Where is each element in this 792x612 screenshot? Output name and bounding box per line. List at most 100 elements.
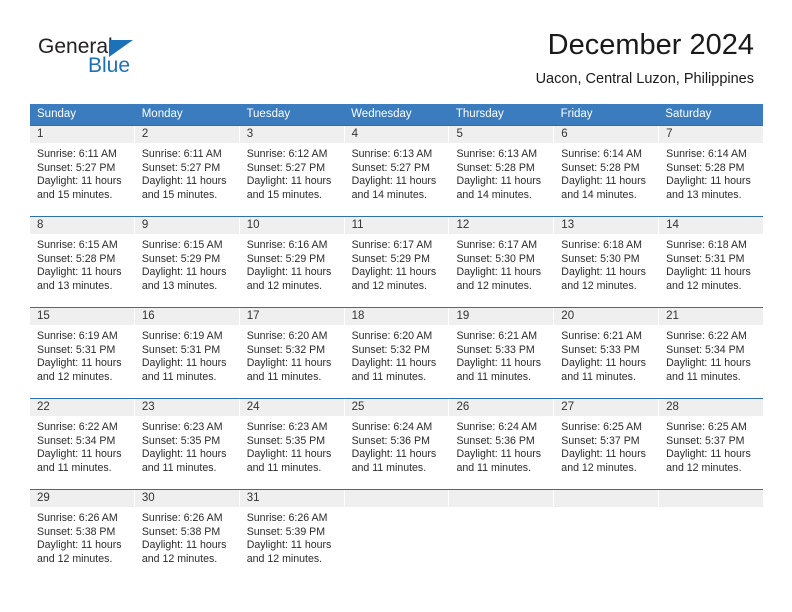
day-number: 31: [239, 490, 344, 507]
calendar-day-cell[interactable]: 8 Sunrise: 6:15 AM Sunset: 5:28 PM Dayli…: [30, 217, 135, 307]
calendar-day-cell[interactable]: 12 Sunrise: 6:17 AM Sunset: 5:30 PM Dayl…: [449, 217, 555, 307]
daylight-text: Daylight: 11 hours and 12 minutes.: [351, 266, 437, 292]
calendar-day-cell[interactable]: 6 Sunrise: 6:14 AM Sunset: 5:28 PM Dayli…: [554, 126, 660, 216]
general-blue-logo[interactable]: General Blue: [38, 36, 218, 88]
sunrise-text: Sunrise: 6:15 AM: [141, 239, 223, 251]
daylight-text: Daylight: 11 hours and 13 minutes.: [666, 175, 751, 201]
sunset-text: Sunset: 5:28 PM: [666, 161, 745, 174]
sunset-text: Sunset: 5:34 PM: [666, 343, 745, 356]
calendar-day-cell[interactable]: 26 Sunrise: 6:24 AM Sunset: 5:36 PM Dayl…: [449, 399, 555, 489]
daylight-text: Daylight: 11 hours and 11 minutes.: [37, 448, 122, 474]
sunset-text: Sunset: 5:35 PM: [141, 434, 221, 447]
daylight-text: Daylight: 11 hours and 11 minutes.: [351, 448, 437, 474]
logo-text-blue: Blue: [88, 54, 131, 77]
day-number: [659, 490, 764, 507]
day-number: 19: [449, 308, 554, 325]
calendar-day-cell[interactable]: 13 Sunrise: 6:18 AM Sunset: 5:30 PM Dayl…: [554, 217, 660, 307]
calendar-day-cell[interactable]: 11 Sunrise: 6:17 AM Sunset: 5:29 PM Dayl…: [344, 217, 450, 307]
calendar-day-cell-empty: [659, 490, 764, 580]
day-details: Sunrise: 6:15 AM Sunset: 5:28 PM Dayligh…: [30, 234, 134, 293]
sunset-text: Sunset: 5:31 PM: [141, 343, 221, 356]
day-number: 1: [30, 126, 134, 143]
daylight-text: Daylight: 11 hours and 11 minutes.: [456, 448, 542, 474]
daylight-text: Daylight: 11 hours and 12 minutes.: [246, 539, 332, 565]
sunrise-text: Sunrise: 6:23 AM: [246, 421, 328, 433]
weekday-header-saturday: Saturday: [665, 108, 712, 120]
page-header: General Blue December 2024 Uacon, Centra…: [0, 0, 792, 96]
daylight-text: Daylight: 11 hours and 15 minutes.: [141, 175, 227, 201]
calendar-week-row: 8 Sunrise: 6:15 AM Sunset: 5:28 PM Dayli…: [30, 216, 764, 307]
day-number: 28: [659, 399, 764, 416]
calendar-day-cell[interactable]: 9 Sunrise: 6:15 AM Sunset: 5:29 PM Dayli…: [134, 217, 240, 307]
day-number: 10: [239, 217, 344, 234]
day-details: Sunrise: 6:20 AM Sunset: 5:32 PM Dayligh…: [240, 325, 344, 384]
calendar-day-cell[interactable]: 28 Sunrise: 6:25 AM Sunset: 5:37 PM Dayl…: [659, 399, 764, 489]
sunset-text: Sunset: 5:28 PM: [561, 161, 640, 174]
day-number: 24: [239, 399, 344, 416]
calendar-day-cell-empty: [344, 490, 450, 580]
sunrise-text: Sunrise: 6:13 AM: [351, 148, 433, 160]
sunrise-text: Sunrise: 6:21 AM: [456, 330, 538, 342]
calendar-day-cell[interactable]: 2 Sunrise: 6:11 AM Sunset: 5:27 PM Dayli…: [134, 126, 240, 216]
day-details: Sunrise: 6:15 AM Sunset: 5:29 PM Dayligh…: [135, 234, 239, 293]
calendar-day-cell[interactable]: 18 Sunrise: 6:20 AM Sunset: 5:32 PM Dayl…: [344, 308, 450, 398]
sunrise-text: Sunrise: 6:25 AM: [561, 421, 642, 433]
day-details: Sunrise: 6:22 AM Sunset: 5:34 PM Dayligh…: [30, 416, 134, 475]
calendar-day-cell[interactable]: 15 Sunrise: 6:19 AM Sunset: 5:31 PM Dayl…: [30, 308, 135, 398]
sunset-text: Sunset: 5:27 PM: [351, 161, 430, 174]
calendar-day-cell[interactable]: 29 Sunrise: 6:26 AM Sunset: 5:38 PM Dayl…: [30, 490, 135, 580]
calendar-day-cell[interactable]: 24 Sunrise: 6:23 AM Sunset: 5:35 PM Dayl…: [239, 399, 345, 489]
calendar-day-cell[interactable]: 5 Sunrise: 6:13 AM Sunset: 5:28 PM Dayli…: [449, 126, 555, 216]
day-details: Sunrise: 6:13 AM Sunset: 5:27 PM Dayligh…: [345, 143, 449, 202]
sunset-text: Sunset: 5:30 PM: [456, 252, 535, 265]
daylight-text: Daylight: 11 hours and 11 minutes.: [456, 357, 542, 383]
calendar-day-cell[interactable]: 19 Sunrise: 6:21 AM Sunset: 5:33 PM Dayl…: [449, 308, 555, 398]
day-details: Sunrise: 6:14 AM Sunset: 5:28 PM Dayligh…: [554, 143, 658, 202]
title-block: December 2024 Uacon, Central Luzon, Phil…: [536, 28, 754, 88]
daylight-text: Daylight: 11 hours and 13 minutes.: [141, 266, 227, 292]
day-number: 15: [30, 308, 134, 325]
day-details: Sunrise: 6:23 AM Sunset: 5:35 PM Dayligh…: [240, 416, 344, 475]
calendar-day-cell[interactable]: 20 Sunrise: 6:21 AM Sunset: 5:33 PM Dayl…: [554, 308, 660, 398]
day-details: Sunrise: 6:25 AM Sunset: 5:37 PM Dayligh…: [554, 416, 658, 475]
calendar-day-cell[interactable]: 10 Sunrise: 6:16 AM Sunset: 5:29 PM Dayl…: [239, 217, 345, 307]
day-number: 12: [449, 217, 554, 234]
weekday-header-thursday: Thursday: [455, 108, 504, 120]
calendar-day-cell[interactable]: 21 Sunrise: 6:22 AM Sunset: 5:34 PM Dayl…: [659, 308, 764, 398]
sunrise-text: Sunrise: 6:11 AM: [141, 148, 222, 160]
day-number: 7: [659, 126, 764, 143]
sunset-text: Sunset: 5:29 PM: [351, 252, 430, 265]
calendar-day-cell[interactable]: 3 Sunrise: 6:12 AM Sunset: 5:27 PM Dayli…: [239, 126, 345, 216]
day-number: 9: [134, 217, 239, 234]
sunrise-text: Sunrise: 6:19 AM: [141, 330, 223, 342]
day-number: 23: [134, 399, 239, 416]
calendar-day-cell[interactable]: 16 Sunrise: 6:19 AM Sunset: 5:31 PM Dayl…: [134, 308, 240, 398]
weekday-header-tuesday: Tuesday: [246, 108, 291, 120]
calendar-day-cell[interactable]: 17 Sunrise: 6:20 AM Sunset: 5:32 PM Dayl…: [239, 308, 345, 398]
calendar-day-cell[interactable]: 23 Sunrise: 6:23 AM Sunset: 5:35 PM Dayl…: [134, 399, 240, 489]
day-number: [344, 490, 449, 507]
calendar-day-cell[interactable]: 25 Sunrise: 6:24 AM Sunset: 5:36 PM Dayl…: [344, 399, 450, 489]
daylight-text: Daylight: 11 hours and 11 minutes.: [141, 357, 227, 383]
daylight-text: Daylight: 11 hours and 11 minutes.: [666, 357, 751, 383]
calendar-day-cell[interactable]: 1 Sunrise: 6:11 AM Sunset: 5:27 PM Dayli…: [30, 126, 135, 216]
daylight-text: Daylight: 11 hours and 15 minutes.: [246, 175, 332, 201]
day-number: 29: [30, 490, 134, 507]
calendar-day-cell[interactable]: 27 Sunrise: 6:25 AM Sunset: 5:37 PM Dayl…: [554, 399, 660, 489]
calendar-day-cell[interactable]: 31 Sunrise: 6:26 AM Sunset: 5:39 PM Dayl…: [239, 490, 345, 580]
day-number: [554, 490, 659, 507]
weekday-header-wednesday: Wednesday: [351, 108, 412, 120]
daylight-text: Daylight: 11 hours and 14 minutes.: [456, 175, 542, 201]
calendar-day-cell[interactable]: 14 Sunrise: 6:18 AM Sunset: 5:31 PM Dayl…: [659, 217, 764, 307]
sunset-text: Sunset: 5:33 PM: [456, 343, 535, 356]
calendar-day-cell[interactable]: 30 Sunrise: 6:26 AM Sunset: 5:38 PM Dayl…: [134, 490, 240, 580]
calendar-day-cell[interactable]: 22 Sunrise: 6:22 AM Sunset: 5:34 PM Dayl…: [30, 399, 135, 489]
sunrise-text: Sunrise: 6:26 AM: [37, 512, 118, 524]
sunset-text: Sunset: 5:33 PM: [561, 343, 640, 356]
day-number: 3: [239, 126, 344, 143]
daylight-text: Daylight: 11 hours and 12 minutes.: [456, 266, 542, 292]
sunrise-text: Sunrise: 6:26 AM: [246, 512, 328, 524]
calendar-day-cell[interactable]: 7 Sunrise: 6:14 AM Sunset: 5:28 PM Dayli…: [659, 126, 764, 216]
calendar-day-cell[interactable]: 4 Sunrise: 6:13 AM Sunset: 5:27 PM Dayli…: [344, 126, 450, 216]
sunrise-text: Sunrise: 6:17 AM: [456, 239, 538, 251]
